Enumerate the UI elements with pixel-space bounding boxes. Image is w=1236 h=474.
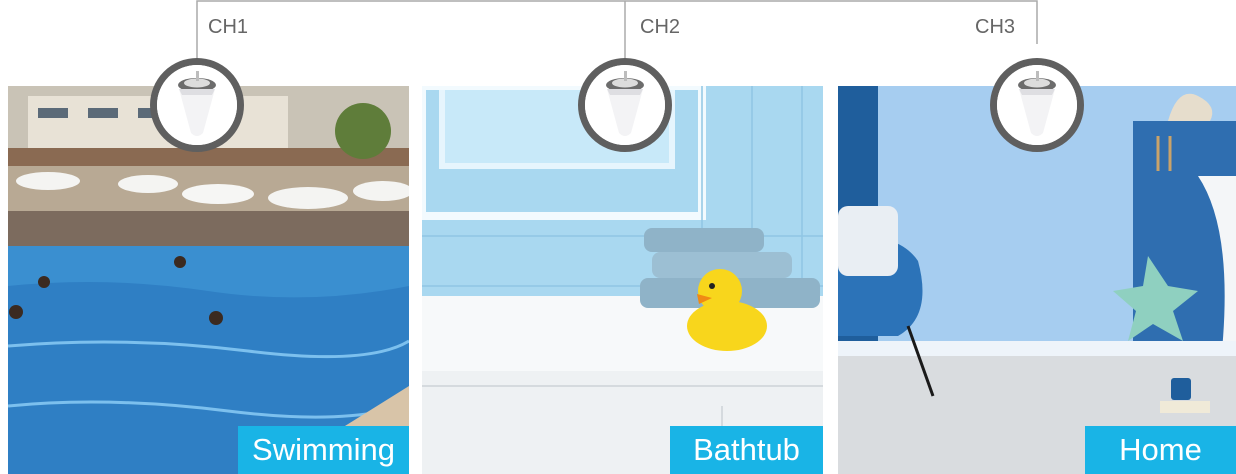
ch2-sensor-icon [578,58,672,152]
ch1-label: CH1 [208,16,249,38]
home-badge: Home [1085,426,1236,474]
bathtub-badge: Bathtub [670,426,823,474]
swimming-badge: Swimming [238,426,409,474]
ch2-label: CH2 [640,16,681,38]
ch3-sensor-icon [990,58,1084,152]
ch1-sensor-icon [150,58,244,152]
ch3-label: CH3 [975,16,1016,38]
